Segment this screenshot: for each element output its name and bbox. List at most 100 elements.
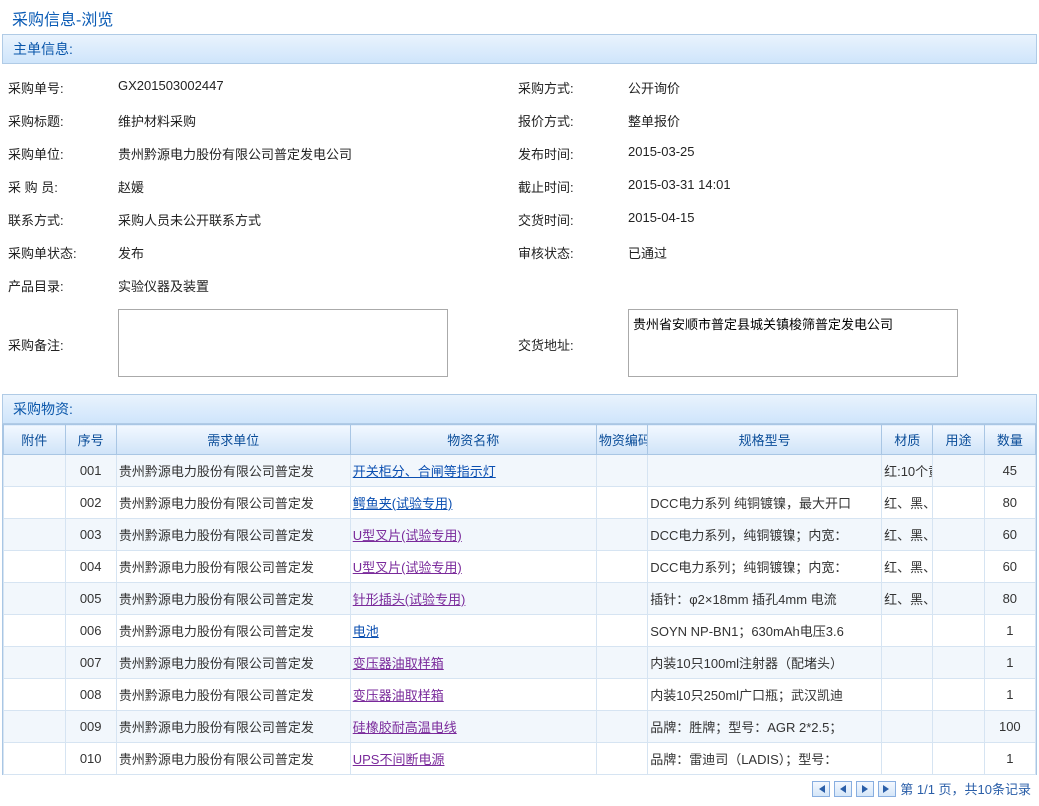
cell-qty: 100 <box>984 711 1035 743</box>
value-catalog: 实验仪器及装置 <box>118 276 518 295</box>
remark-textarea[interactable] <box>118 309 448 377</box>
item-name-link[interactable]: 针形插头(试验专用) <box>353 592 466 607</box>
cell-attach[interactable] <box>4 551 66 583</box>
cell-qty: 1 <box>984 647 1035 679</box>
value-title: 维护材料采购 <box>118 111 518 130</box>
cell-name[interactable]: 电池 <box>350 615 596 647</box>
cell-code <box>596 455 647 487</box>
cell-mat <box>882 615 933 647</box>
value-org: 贵州黔源电力股份有限公司普定发电公司 <box>118 144 518 163</box>
cell-unit: 贵州黔源电力股份有限公司普定发 <box>116 743 350 775</box>
cell-qty: 45 <box>984 455 1035 487</box>
cell-seq: 005 <box>65 583 116 615</box>
cell-seq: 003 <box>65 519 116 551</box>
cell-name[interactable]: UPS不间断电源 <box>350 743 596 775</box>
cell-use <box>933 551 984 583</box>
cell-seq: 001 <box>65 455 116 487</box>
value-quote-method: 整单报价 <box>628 111 1028 130</box>
cell-use <box>933 679 984 711</box>
master-info-grid: 采购单号: GX201503002447 采购方式: 公开询价 采购标题: 维护… <box>0 64 1039 309</box>
col-name[interactable]: 物资名称 <box>350 425 596 455</box>
cell-name[interactable]: 变压器油取样箱 <box>350 647 596 679</box>
cell-attach[interactable] <box>4 615 66 647</box>
cell-mat <box>882 647 933 679</box>
cell-seq: 004 <box>65 551 116 583</box>
col-code[interactable]: 物资编码 <box>596 425 647 455</box>
col-attach[interactable]: 附件 <box>4 425 66 455</box>
cell-spec: SOYN NP-BN1；630mAh电压3.6 <box>648 615 882 647</box>
col-spec[interactable]: 规格型号 <box>648 425 882 455</box>
cell-mat <box>882 679 933 711</box>
cell-code <box>596 583 647 615</box>
cell-attach[interactable] <box>4 679 66 711</box>
cell-seq: 007 <box>65 647 116 679</box>
cell-spec: 内装10只250ml广口瓶；武汉凯迪 <box>648 679 882 711</box>
label-remark: 采购备注: <box>8 335 118 354</box>
pager-next-button[interactable] <box>856 781 874 797</box>
cell-attach[interactable] <box>4 743 66 775</box>
cell-name[interactable]: 开关柜分、合闸等指示灯 <box>350 455 596 487</box>
cell-spec: DCC电力系列；纯铜镀镍；内宽： <box>648 551 882 583</box>
col-mat[interactable]: 材质 <box>882 425 933 455</box>
cell-mat: 红、黑、 <box>882 551 933 583</box>
item-name-link[interactable]: 开关柜分、合闸等指示灯 <box>353 464 496 479</box>
col-use[interactable]: 用途 <box>933 425 984 455</box>
pager-first-button[interactable] <box>812 781 830 797</box>
cell-attach[interactable] <box>4 711 66 743</box>
cell-name[interactable]: 针形插头(试验专用) <box>350 583 596 615</box>
cell-qty: 1 <box>984 743 1035 775</box>
cell-qty: 60 <box>984 551 1035 583</box>
cell-attach[interactable] <box>4 519 66 551</box>
item-name-link[interactable]: 变压器油取样箱 <box>353 688 444 703</box>
cell-unit: 贵州黔源电力股份有限公司普定发 <box>116 711 350 743</box>
pager-prev-button[interactable] <box>834 781 852 797</box>
cell-name[interactable]: U型叉片(试验专用) <box>350 551 596 583</box>
col-unit[interactable]: 需求单位 <box>116 425 350 455</box>
cell-code <box>596 551 647 583</box>
pager-text: 第 1/1 页，共10条记录 <box>900 779 1031 798</box>
cell-name[interactable]: U型叉片(试验专用) <box>350 519 596 551</box>
item-name-link[interactable]: UPS不间断电源 <box>353 752 445 767</box>
section-items: 采购物资: <box>2 394 1037 424</box>
label-status: 采购单状态: <box>8 243 118 262</box>
cell-attach[interactable] <box>4 583 66 615</box>
table-row: 001贵州黔源电力股份有限公司普定发开关柜分、合闸等指示灯红:10个黄45 <box>4 455 1036 487</box>
cell-mat: 红、黑、 <box>882 583 933 615</box>
cell-name[interactable]: 鳄鱼夹(试验专用) <box>350 487 596 519</box>
item-name-link[interactable]: 鳄鱼夹(试验专用) <box>353 496 453 511</box>
cell-mat: 红、黑、 <box>882 487 933 519</box>
cell-spec: 内装10只100ml注射器（配堵头） <box>648 647 882 679</box>
cell-attach[interactable] <box>4 487 66 519</box>
cell-mat <box>882 711 933 743</box>
item-name-link[interactable]: U型叉片(试验专用) <box>353 528 462 543</box>
cell-code <box>596 679 647 711</box>
cell-qty: 1 <box>984 615 1035 647</box>
cell-use <box>933 743 984 775</box>
cell-name[interactable]: 硅橡胶耐高温电线 <box>350 711 596 743</box>
item-name-link[interactable]: 电池 <box>353 624 379 639</box>
cell-name[interactable]: 变压器油取样箱 <box>350 679 596 711</box>
cell-qty: 60 <box>984 519 1035 551</box>
item-name-link[interactable]: U型叉片(试验专用) <box>353 560 462 575</box>
value-status: 发布 <box>118 243 518 262</box>
col-qty[interactable]: 数量 <box>984 425 1035 455</box>
cell-attach[interactable] <box>4 647 66 679</box>
item-name-link[interactable]: 变压器油取样箱 <box>353 656 444 671</box>
cell-unit: 贵州黔源电力股份有限公司普定发 <box>116 679 350 711</box>
cell-unit: 贵州黔源电力股份有限公司普定发 <box>116 551 350 583</box>
label-org: 采购单位: <box>8 144 118 163</box>
cell-use <box>933 583 984 615</box>
cell-spec: DCC电力系列，纯铜镀镍；内宽： <box>648 519 882 551</box>
item-name-link[interactable]: 硅橡胶耐高温电线 <box>353 720 457 735</box>
addr-textarea[interactable] <box>628 309 958 377</box>
label-buyer: 采 购 员: <box>8 177 118 196</box>
cell-attach[interactable] <box>4 455 66 487</box>
label-delivery-time: 交货时间: <box>518 210 628 229</box>
pager-last-button[interactable] <box>878 781 896 797</box>
cell-unit: 贵州黔源电力股份有限公司普定发 <box>116 519 350 551</box>
value-delivery-time: 2015-04-15 <box>628 210 1028 229</box>
value-buyer: 赵媛 <box>118 177 518 196</box>
col-seq[interactable]: 序号 <box>65 425 116 455</box>
cell-seq: 009 <box>65 711 116 743</box>
cell-seq: 010 <box>65 743 116 775</box>
